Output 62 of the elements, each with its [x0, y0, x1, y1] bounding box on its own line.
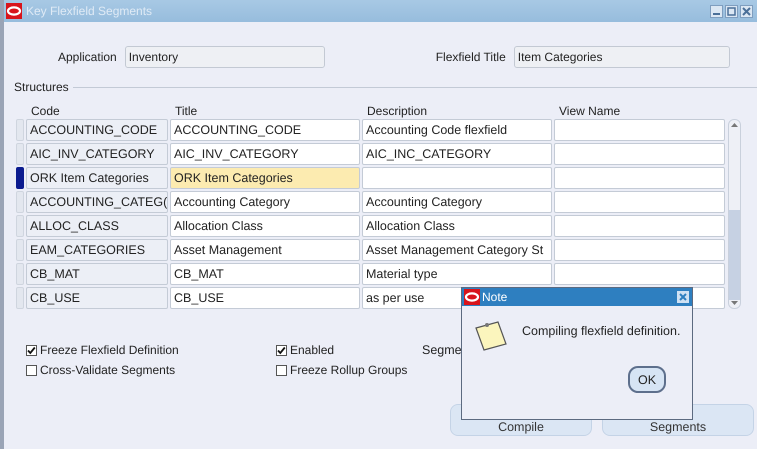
dialog-title: Note — [482, 290, 508, 304]
table-cell[interactable] — [554, 119, 725, 141]
record-indicator[interactable] — [16, 167, 24, 189]
column-header: Title — [174, 104, 198, 118]
table-cell[interactable]: CB_MAT — [26, 263, 168, 285]
table-cell[interactable]: Asset Management Category St — [362, 239, 552, 261]
table-cell[interactable]: ACCOUNTING_CATEG( — [26, 191, 168, 213]
table-cell[interactable] — [554, 263, 725, 285]
checkbox[interactable] — [276, 344, 287, 356]
checkbox[interactable] — [26, 364, 37, 376]
table-cell[interactable]: Allocation Class — [362, 215, 552, 237]
table-cell[interactable]: CB_MAT — [170, 263, 360, 285]
checkbox-label: Freeze Flexfield Definition — [40, 343, 179, 357]
scrollbar[interactable] — [728, 119, 741, 309]
close-icon[interactable] — [740, 4, 753, 18]
table-cell[interactable]: ACCOUNTING_CODE — [26, 119, 168, 141]
table-cell[interactable]: Accounting Category — [170, 191, 360, 213]
note-icon — [474, 320, 508, 352]
checkbox[interactable] — [26, 344, 37, 356]
column-header: Code — [30, 104, 61, 118]
minimize-icon[interactable] — [710, 4, 723, 18]
checkbox-label: Freeze Rollup Groups — [290, 363, 408, 377]
dialog-message: Compiling flexfield definition. — [522, 323, 680, 338]
table-cell[interactable] — [554, 191, 725, 213]
checkbox[interactable] — [276, 364, 287, 376]
table-cell[interactable]: Allocation Class — [170, 215, 360, 237]
field-label: Application — [58, 50, 117, 64]
field-label: Flexfield Title — [436, 50, 506, 64]
window-title: Key Flexfield Segments — [26, 4, 154, 18]
scroll-up-icon[interactable] — [730, 122, 739, 128]
table-cell[interactable]: CB_USE — [26, 287, 168, 309]
field-label: Segme — [422, 343, 463, 357]
app-logo-icon — [6, 3, 22, 19]
table-cell[interactable] — [554, 215, 725, 237]
checkbox-label: Enabled — [290, 343, 334, 357]
table-cell[interactable] — [554, 143, 725, 165]
table-cell[interactable]: Accounting Code flexfield — [362, 119, 552, 141]
table-cell[interactable]: AIC_INC_CATEGORY — [362, 143, 552, 165]
close-icon[interactable] — [677, 291, 689, 303]
table-cell[interactable]: Material type — [362, 263, 552, 285]
table-cell[interactable]: CB_USE — [170, 287, 360, 309]
section-title: Structures — [14, 80, 69, 94]
table-cell[interactable] — [554, 167, 725, 189]
column-header: Description — [366, 104, 428, 118]
table-cell[interactable]: EAM_CATEGORIES — [26, 239, 168, 261]
column-header: View Name — [558, 104, 622, 118]
maximize-icon[interactable] — [725, 4, 738, 18]
checkbox-label: Cross-Validate Segments — [40, 363, 176, 377]
table-cell[interactable]: ALLOC_CLASS — [26, 215, 168, 237]
application-field[interactable]: Inventory — [124, 46, 325, 68]
table-cell[interactable]: AIC_INV_CATEGORY — [170, 143, 360, 165]
table-cell[interactable]: ORK Item Categories — [170, 167, 360, 189]
table-cell[interactable]: ORK Item Categories — [26, 167, 168, 189]
ok-button[interactable]: OK — [628, 366, 666, 393]
flexfield-title-field[interactable]: Item Categories — [514, 46, 730, 68]
table-cell[interactable] — [554, 239, 725, 261]
table-cell[interactable] — [362, 167, 552, 189]
table-cell[interactable]: ACCOUNTING_CODE — [170, 119, 360, 141]
table-cell[interactable]: AIC_INV_CATEGORY — [26, 143, 168, 165]
app-logo-icon — [464, 289, 480, 305]
table-cell[interactable]: Accounting Category — [362, 191, 552, 213]
table-cell[interactable]: Asset Management — [170, 239, 360, 261]
